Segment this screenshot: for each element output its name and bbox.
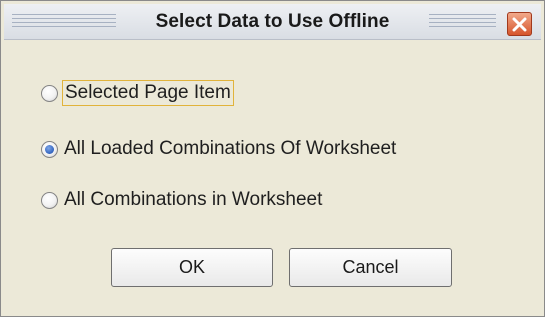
ok-button[interactable]: OK — [111, 248, 273, 287]
radio-selected-page-item[interactable] — [41, 84, 58, 102]
radio-all-loaded-combinations[interactable] — [41, 140, 58, 158]
title-grip-left — [12, 14, 116, 30]
title-grip-right — [429, 14, 496, 30]
title-bar[interactable]: Select Data to Use Offline — [4, 4, 541, 40]
close-button[interactable] — [507, 12, 532, 36]
close-icon — [512, 17, 527, 32]
offline-data-dialog: Select Data to Use Offline Selected Page… — [0, 0, 545, 317]
option-label: All Combinations in Worksheet — [64, 189, 323, 210]
radio-all-combinations[interactable] — [41, 191, 58, 209]
option-all-loaded-combinations[interactable]: All Loaded Combinations Of Worksheet — [41, 134, 398, 164]
option-label: Selected Page Item — [62, 80, 234, 106]
dialog-title: Select Data to Use Offline — [155, 11, 390, 32]
cancel-button[interactable]: Cancel — [289, 248, 452, 287]
option-selected-page-item[interactable]: Selected Page Item — [41, 78, 234, 108]
option-label: All Loaded Combinations Of Worksheet — [64, 138, 397, 159]
option-all-combinations[interactable]: All Combinations in Worksheet — [41, 185, 324, 215]
